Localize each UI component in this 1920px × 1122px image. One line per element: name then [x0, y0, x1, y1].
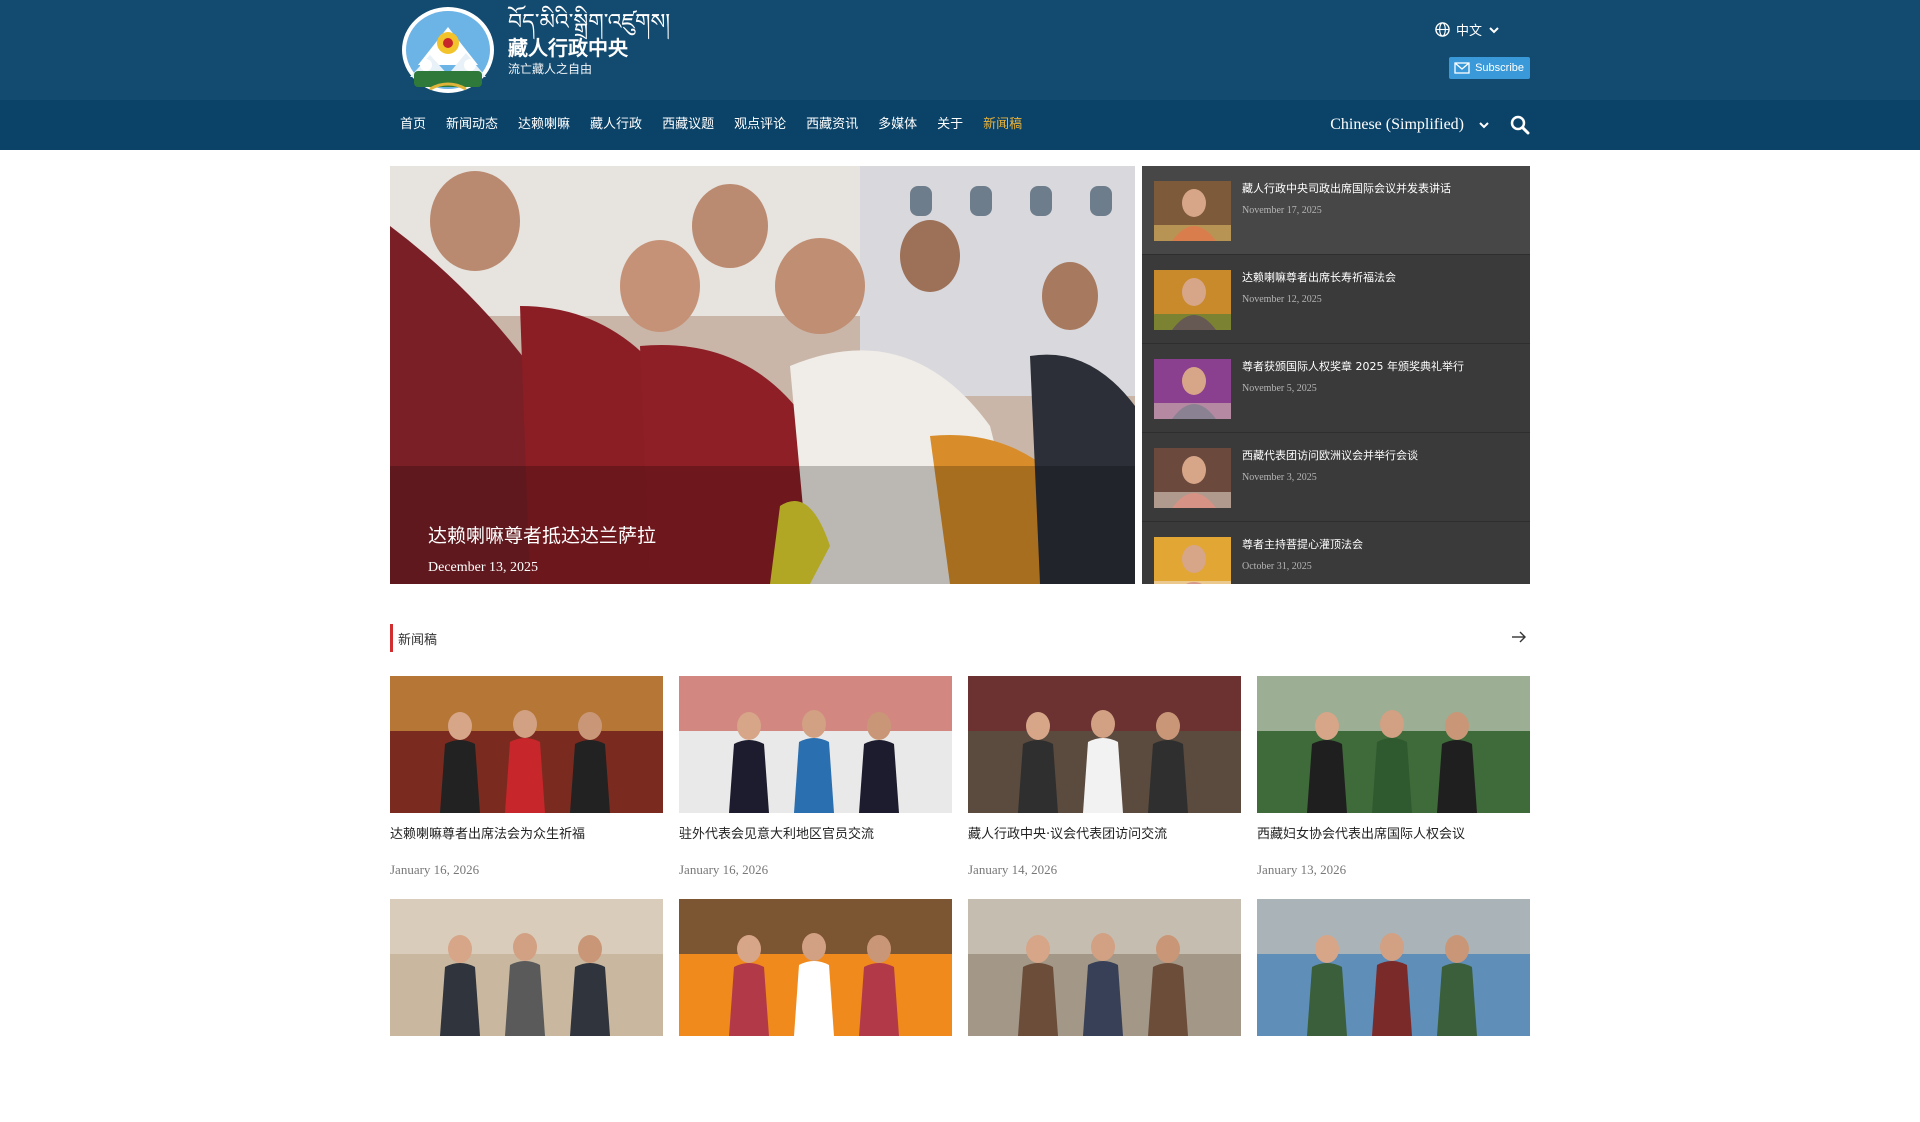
news-card[interactable]	[390, 899, 663, 1122]
news-card-title[interactable]: 西藏妇女协会代表出席国际人权会议	[1257, 826, 1530, 844]
nav-item-2[interactable]: 新闻动态	[446, 100, 498, 150]
envelope-icon	[1454, 62, 1470, 74]
site-language-label: 中文	[1455, 24, 1482, 39]
globe-icon	[1435, 22, 1450, 37]
news-card[interactable]	[679, 899, 952, 1122]
news-thumbnail	[1154, 270, 1231, 330]
featured-news-title[interactable]: 尊者主持菩提心灌顶法会	[1242, 538, 1363, 552]
hero-feature[interactable]: 达赖喇嘛尊者抵达达兰萨拉 December 13, 2025	[390, 166, 1135, 584]
language-dropdown[interactable]: Chinese (Simplified)	[1330, 100, 1490, 150]
news-card-date: January 16, 2026	[390, 862, 480, 877]
news-card-date	[1257, 1084, 1530, 1102]
featured-news-item[interactable]: 西藏代表团访问欧洲议会并举行会谈 November 3, 2025	[1142, 433, 1530, 522]
featured-news-title[interactable]: 尊者获颁国际人权奖章 2025 年颁奖典礼举行	[1242, 360, 1464, 374]
news-card[interactable]: 达赖喇嘛尊者出席法会为众生祈福 January 16, 2026	[390, 676, 663, 899]
featured-news-date: November 5, 2025	[1242, 383, 1317, 394]
news-card[interactable]	[1257, 899, 1530, 1122]
nav-item-3[interactable]: 达赖喇嘛	[518, 100, 570, 150]
subscribe-button[interactable]: Subscribe	[1449, 57, 1530, 79]
search-button[interactable]	[1510, 115, 1530, 135]
news-card-image[interactable]	[1257, 899, 1530, 1036]
news-card-date	[968, 1084, 1241, 1102]
news-card-image[interactable]	[1257, 676, 1530, 813]
news-card-date	[679, 1084, 952, 1102]
news-card-title[interactable]: 达赖喇嘛尊者出席法会为众生祈福	[390, 826, 663, 844]
hero-title[interactable]: 达赖喇嘛尊者抵达达兰萨拉	[428, 524, 656, 548]
featured-news-title[interactable]: 藏人行政中央司政出席国际会议并发表讲话	[1242, 182, 1451, 196]
nav-item-9[interactable]: 关于	[937, 100, 963, 150]
news-card[interactable]: 驻外代表会见意大利地区官员交流 January 16, 2026	[679, 676, 952, 899]
site-language-switcher[interactable]: 中文	[1435, 20, 1500, 39]
featured-news-date: November 17, 2025	[1242, 205, 1322, 216]
news-card-image[interactable]	[679, 676, 952, 813]
news-card-grid: 达赖喇嘛尊者出席法会为众生祈福 January 16, 2026 驻外代表会见意大利…	[390, 676, 1530, 1122]
news-card-title[interactable]	[390, 1049, 663, 1067]
hero-caption: 达赖喇嘛尊者抵达达兰萨拉 December 13, 2025	[428, 524, 656, 578]
featured-news-date: November 3, 2025	[1242, 472, 1317, 483]
subscribe-label: Subscribe	[1475, 62, 1524, 74]
news-card-title[interactable]	[1257, 1049, 1530, 1067]
news-card[interactable]: 藏人行政中央·议会代表团访问交流 January 14, 2026	[968, 676, 1241, 899]
featured-news-title[interactable]: 达赖喇嘛尊者出席长寿祈福法会	[1242, 271, 1396, 285]
brand-chinese-name: 藏人行政中央	[508, 36, 628, 60]
featured-news-item[interactable]: 藏人行政中央司政出席国际会议并发表讲话 November 17, 2025	[1142, 166, 1530, 255]
news-thumbnail	[1154, 448, 1231, 508]
nav-item-5[interactable]: 西藏议题	[662, 100, 714, 150]
news-card-date: January 13, 2026	[1257, 862, 1347, 877]
news-card-date	[390, 1084, 663, 1102]
news-card[interactable]: 西藏妇女协会代表出席国际人权会议 January 13, 2026	[1257, 676, 1530, 899]
nav-item-8[interactable]: 多媒体	[878, 100, 917, 150]
hero-photo	[390, 166, 1135, 584]
press-release-section-header: 新闻稿	[390, 624, 1530, 652]
section-title: 新闻稿	[398, 633, 438, 648]
nav-item-4[interactable]: 藏人行政	[590, 100, 642, 150]
news-card-image[interactable]	[968, 899, 1241, 1036]
search-icon	[1510, 115, 1530, 135]
news-card-date: January 16, 2026	[679, 862, 769, 877]
featured-news-date: November 12, 2025	[1242, 294, 1322, 305]
arrow-right-icon[interactable]	[1510, 628, 1528, 646]
news-card-title[interactable]: 驻外代表会见意大利地区官员交流	[679, 826, 952, 844]
nav-item-1[interactable]: 首页	[400, 100, 426, 150]
news-card-image[interactable]	[390, 899, 663, 1036]
news-card-image[interactable]	[968, 676, 1241, 813]
news-card[interactable]	[968, 899, 1241, 1122]
news-card-title[interactable]: 藏人行政中央·议会代表团访问交流	[968, 826, 1241, 844]
cta-emblem-logo[interactable]	[400, 5, 496, 94]
brand-tibetan-name: བོད་མིའི་སྒྲིག་འཛུགས།	[508, 10, 671, 35]
nav-item-10[interactable]: 新闻稿	[983, 100, 1022, 150]
section-accent-bar	[390, 624, 393, 652]
featured-news-list: 藏人行政中央司政出席国际会议并发表讲话 November 17, 2025 达赖喇嘛…	[1142, 166, 1530, 584]
news-thumbnail	[1154, 537, 1231, 584]
nav-menu: 首页 新闻动态 达赖喇嘛 藏人行政 西藏议题 观点评论 西藏资讯 多媒体 关于 新闻稿	[400, 100, 1042, 150]
news-card-title[interactable]	[679, 1049, 952, 1067]
nav-item-7[interactable]: 西藏资讯	[806, 100, 858, 150]
news-thumbnail	[1154, 359, 1231, 419]
brand-block[interactable]: བོད་མིའི་སྒྲིག་འཛུགས། 藏人行政中央 流亡藏人之自由	[508, 10, 670, 78]
brand-subtitle: 流亡藏人之自由	[508, 62, 593, 76]
featured-news-item[interactable]: 尊者主持菩提心灌顶法会 October 31, 2025	[1142, 522, 1530, 584]
chevron-down-icon	[1479, 122, 1489, 129]
featured-news-item[interactable]: 尊者获颁国际人权奖章 2025 年颁奖典礼举行 November 5, 2025	[1142, 344, 1530, 433]
news-card-image[interactable]	[679, 899, 952, 1036]
nav-item-6[interactable]: 观点评论	[734, 100, 786, 150]
featured-news-item[interactable]: 达赖喇嘛尊者出席长寿祈福法会 November 12, 2025	[1142, 255, 1530, 344]
main-navigation: 首页 新闻动态 达赖喇嘛 藏人行政 西藏议题 观点评论 西藏资讯 多媒体 关于 新闻稿 Chine…	[0, 100, 1920, 150]
news-card-date: January 14, 2026	[968, 862, 1058, 877]
news-card-image[interactable]	[390, 676, 663, 813]
featured-news-title[interactable]: 西藏代表团访问欧洲议会并举行会谈	[1242, 449, 1418, 463]
hero-date: December 13, 2025	[428, 560, 539, 575]
news-card-title[interactable]	[968, 1049, 1241, 1067]
featured-news-date: October 31, 2025	[1242, 561, 1312, 572]
news-thumbnail	[1154, 181, 1231, 241]
language-dropdown-value: Chinese (Simplified)	[1330, 116, 1464, 133]
chevron-down-icon	[1489, 26, 1499, 33]
top-header: བོད་མིའི་སྒྲིག་འཛུགས། 藏人行政中央 流亡藏人之自由 中文 …	[0, 0, 1920, 100]
